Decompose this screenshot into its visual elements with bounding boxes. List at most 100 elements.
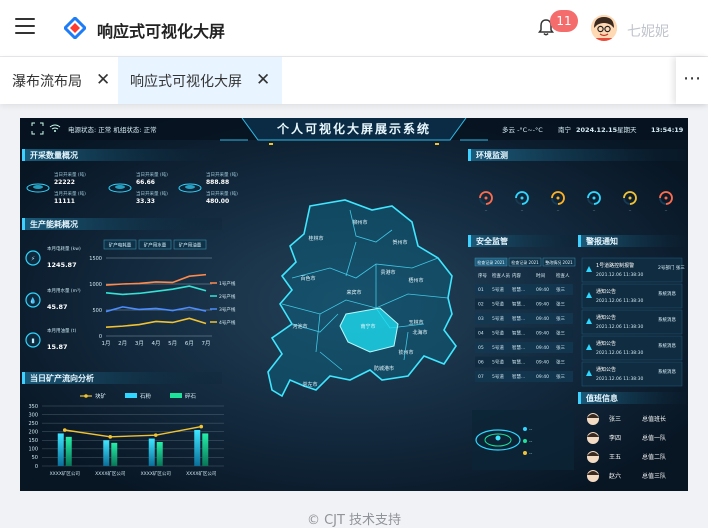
close-icon[interactable]: ✕ xyxy=(96,72,110,89)
alarm-time: 2021.12.06 11:38:30 xyxy=(596,376,644,382)
map-city-label: 北海市 xyxy=(412,329,427,336)
stat-value: 33.33 xyxy=(136,198,155,205)
x-tick-label: 7月 xyxy=(202,340,211,347)
panel-header-safety: 安全监管 xyxy=(468,235,576,247)
stat-value: 888.88 xyxy=(206,179,229,186)
svg-text:安全监管: 安全监管 xyxy=(476,236,508,246)
stat-value: 11111 xyxy=(54,198,75,205)
table-cell: 智慧... xyxy=(512,359,525,366)
table-cell: 智慧... xyxy=(512,286,525,293)
tab-waterfall[interactable]: 瀑布流布局 ✕ xyxy=(0,57,122,104)
top-header: 响应式可视化大屏 11 七妮妮 xyxy=(0,0,708,57)
more-icon[interactable]: ⋯ xyxy=(676,57,708,104)
alarm-item[interactable]: 通知公告 2021.12.06 11:38:30 系统消息 xyxy=(581,283,683,309)
weekday-text: 星期天 xyxy=(617,126,637,134)
table-cell: 智慧... xyxy=(512,344,525,351)
stat-value: 480.00 xyxy=(206,198,229,205)
safety-tab[interactable]: 检查记录 2021 xyxy=(508,257,542,267)
legend-label: 2号产线 xyxy=(219,293,236,300)
svg-text:整改情况 2021: 整改情况 2021 xyxy=(545,259,573,265)
line-point xyxy=(62,428,67,432)
x-tick-label: 5月 xyxy=(168,340,177,347)
alarm-item[interactable]: 1号道路控制报警 2021.12.06 11:38:30 2号部门 张三 xyxy=(581,257,685,283)
alarm-title: 通知公告 xyxy=(596,314,616,321)
svg-text:矿产用油量: 矿产用油量 xyxy=(179,242,202,249)
energy-tab[interactable]: 矿产电耗量 xyxy=(103,239,137,250)
tab-dashboard[interactable]: 响应式可视化大屏 ✕ xyxy=(118,57,283,104)
map-city-label: 柳州市 xyxy=(352,219,367,226)
table-cell: 5号道 xyxy=(492,373,504,380)
map-city-label: 贺州市 xyxy=(392,239,407,246)
energy-tab[interactable]: 矿产用油量 xyxy=(173,239,207,250)
alarm-title: 通知公告 xyxy=(596,288,616,295)
svg-text:当日矿产流向分析: 当日矿产流向分析 xyxy=(30,373,94,383)
duty-role: 总值班长 xyxy=(642,415,666,423)
map-city-label: 河池市 xyxy=(292,323,307,330)
map-city-label: 来宾市 xyxy=(346,289,361,296)
line-point xyxy=(199,424,204,429)
y-tick-label: 1000 xyxy=(89,282,102,288)
y-tick-label: 150 xyxy=(28,438,38,444)
x-tick-label: 4月 xyxy=(152,340,161,347)
table-row[interactable]: 05 5号道 智慧... 09:40 张三 xyxy=(475,342,573,353)
table-row[interactable]: 01 5号道 智慧... 09:40 张三 xyxy=(475,284,573,295)
safety-tab[interactable]: 检查记录 2021 xyxy=(474,257,508,267)
table-cell: 智慧... xyxy=(512,315,525,322)
alarm-time: 2021.12.06 11:38:30 xyxy=(596,272,644,278)
table-header: 序号 xyxy=(478,272,487,279)
energy-tabs[interactable]: 矿产电耗量 矿产用水量 矿产用油量 xyxy=(103,239,207,250)
alarm-item[interactable]: 通知公告 2021.12.06 11:38:30 系统消息 xyxy=(581,335,683,361)
stat-label: 当月开采量 (吨) xyxy=(54,190,86,197)
alarm-time: 2021.12.06 11:38:30 xyxy=(596,298,644,304)
svg-text:--: -- xyxy=(529,428,533,433)
map-city-label: 防城港市 xyxy=(374,365,394,372)
y-tick-label: 0 xyxy=(35,464,38,470)
menu-icon[interactable] xyxy=(15,18,35,36)
energy-value: 1245.87 xyxy=(47,261,77,269)
table-row[interactable]: 06 5号道 智慧... 09:40 张三 xyxy=(475,356,573,368)
table-row[interactable]: 02 5号道 智慧... 09:40 张三 xyxy=(475,298,573,310)
date-text: 2024.12.15 xyxy=(576,126,618,134)
table-cell: 09:40 xyxy=(536,302,549,308)
x-tick-label: 3月 xyxy=(135,340,144,347)
energy-tab[interactable]: 矿产用水量 xyxy=(138,239,172,250)
bar xyxy=(202,433,209,466)
map-city-label: 桂林市 xyxy=(308,235,323,242)
close-icon[interactable]: ✕ xyxy=(256,72,270,89)
table-cell: 张三 xyxy=(556,286,565,293)
legend-label: 1号产线 xyxy=(219,280,236,287)
panel-header-env: 环境监测 xyxy=(468,149,686,161)
table-row[interactable]: 03 5号道 智慧... 09:40 张三 xyxy=(475,313,573,324)
bar xyxy=(57,433,64,466)
alarm-item[interactable]: 通知公告 2021.12.06 11:38:30 系统消息 xyxy=(581,309,683,335)
duty-role: 总值二队 xyxy=(642,453,666,461)
map-city-label: 钦州市 xyxy=(398,349,413,356)
duty-role: 总值一队 xyxy=(642,434,666,442)
bar xyxy=(111,442,118,466)
table-cell: 09:40 xyxy=(536,360,549,366)
y-tick-label: 100 xyxy=(28,447,38,453)
table-cell: 5号道 xyxy=(492,344,504,351)
table-cell: 04 xyxy=(478,331,484,337)
alarm-list: 1号道路控制报警 2021.12.06 11:38:30 2号部门 张三通知公告 20… xyxy=(581,257,685,387)
y-tick-label: 200 xyxy=(28,430,38,436)
legend-swatch xyxy=(170,393,182,398)
svg-text:--: -- xyxy=(529,440,533,445)
notification-badge: 11 xyxy=(550,10,578,32)
alarm-item[interactable]: 通知公告 2021.12.06 11:38:30 系统消息 xyxy=(581,361,683,387)
map-city-label: 百色市 xyxy=(300,275,315,282)
city-text: 南宁 xyxy=(558,125,572,134)
dashboard-title: 个人可视化大屏展示系统 xyxy=(276,121,431,136)
table-header: 时间 xyxy=(536,272,545,279)
table-cell: 09:40 xyxy=(536,331,549,337)
user-name[interactable]: 七妮妮 xyxy=(627,21,669,41)
map-city-label: 崇左市 xyxy=(302,381,317,388)
table-row[interactable]: 04 5号道 智慧... 09:40 张三 xyxy=(475,327,573,339)
map-city-label: 玉林市 xyxy=(408,319,423,326)
avatar[interactable] xyxy=(591,15,617,41)
table-row[interactable]: 07 5号道 智慧... 09:40 张三 xyxy=(475,371,573,382)
safety-tab[interactable]: 整改情况 2021 xyxy=(542,257,576,267)
alarm-title: 通知公告 xyxy=(596,340,616,347)
svg-text:检查记录 2021: 检查记录 2021 xyxy=(511,259,539,265)
map-city-label: 贵港市 xyxy=(380,269,395,276)
